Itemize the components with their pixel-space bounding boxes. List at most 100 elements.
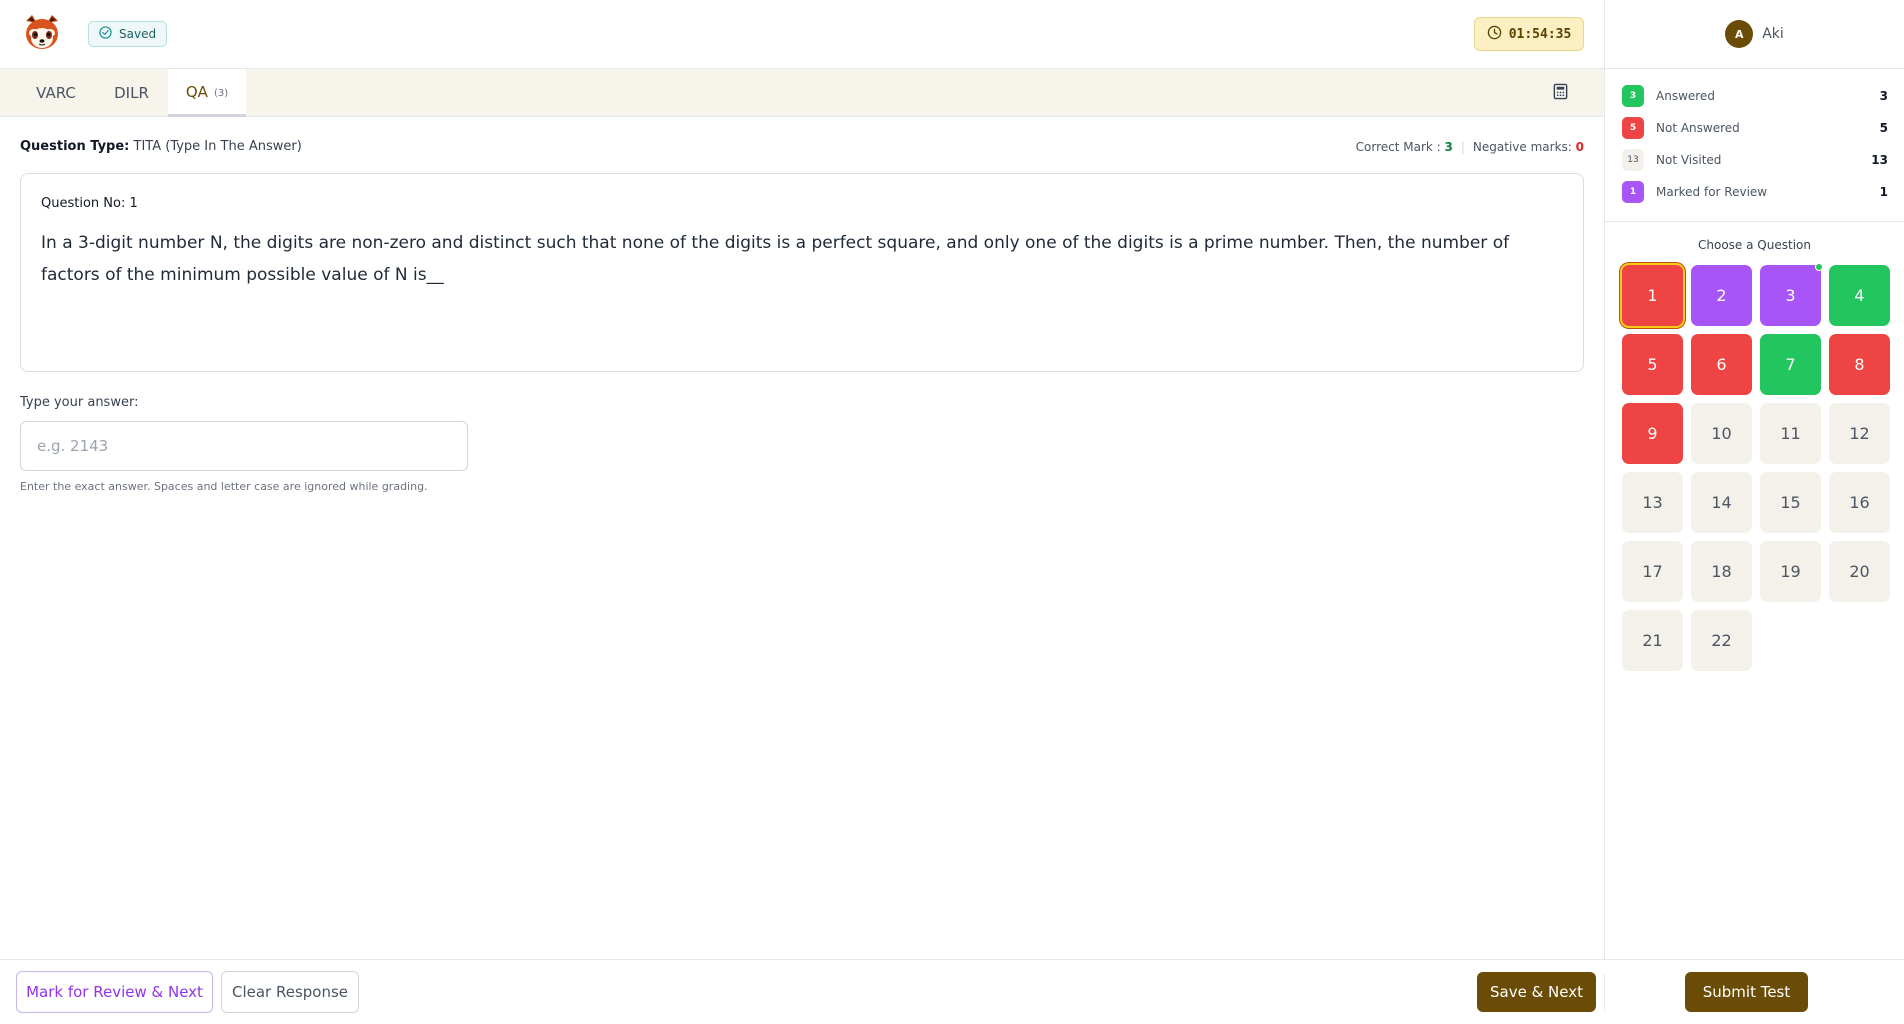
question-button-label: 21 [1642, 631, 1663, 650]
question-button-13[interactable]: 13 [1622, 472, 1683, 533]
check-circle-icon [99, 26, 112, 42]
marking-scheme: Correct Mark : 3 | Negative marks: 0 [1356, 140, 1584, 154]
question-button-label: 5 [1647, 355, 1658, 374]
legend-label: Not Answered [1656, 121, 1740, 135]
question-button-16[interactable]: 16 [1829, 472, 1890, 533]
question-button-label: 20 [1849, 562, 1870, 581]
red-panda-logo[interactable] [22, 13, 62, 53]
footer-divider [1604, 974, 1605, 1011]
question-button-label: 12 [1849, 424, 1870, 443]
user-profile[interactable]: A Aki [1604, 0, 1904, 68]
question-button-20[interactable]: 20 [1829, 541, 1890, 602]
saved-label: Saved [119, 27, 157, 41]
legend-label: Not Visited [1656, 153, 1722, 167]
question-button-3[interactable]: 3 [1760, 263, 1823, 326]
timer-value: 01:54:35 [1508, 26, 1572, 42]
question-button-7[interactable]: 7 [1760, 334, 1821, 395]
question-button-label: 1 [1647, 286, 1658, 305]
legend-badge: 1 [1622, 181, 1644, 203]
question-button-label: 22 [1711, 631, 1732, 650]
question-button-label: 8 [1854, 355, 1865, 374]
tab-label: DILR [114, 83, 149, 102]
legend-answered: 3 Answered 3 [1622, 85, 1888, 107]
tab-dilr[interactable]: DILR [95, 69, 168, 116]
question-button-1[interactable]: 1 [1622, 265, 1683, 326]
question-button-18[interactable]: 18 [1691, 541, 1752, 602]
question-button-label: 2 [1716, 286, 1727, 305]
question-button-17[interactable]: 17 [1622, 541, 1683, 602]
question-button-label: 6 [1716, 355, 1727, 374]
question-button-label: 17 [1642, 562, 1663, 581]
question-type-label: Question Type: [20, 139, 130, 154]
legend-count: 3 [1879, 89, 1888, 103]
answer-label: Type your answer: [20, 395, 139, 410]
question-type: Question Type: TITA (Type In The Answer) [20, 139, 302, 154]
legend-badge: 3 [1622, 85, 1644, 107]
legend-label: Marked for Review [1656, 185, 1768, 199]
action-footer: Mark for Review & Next Clear Response Sa… [0, 959, 1904, 1024]
countdown-timer: 01:54:35 [1474, 17, 1584, 51]
question-button-label: 9 [1647, 424, 1658, 443]
negative-mark-value: 0 [1575, 140, 1584, 154]
question-button-10[interactable]: 10 [1691, 403, 1752, 464]
header-main: Saved 01:54:35 [0, 0, 1604, 68]
question-button-22[interactable]: 22 [1691, 610, 1752, 671]
tab-label: QA [185, 82, 208, 101]
question-button-label: 15 [1780, 493, 1801, 512]
calculator-icon [1552, 83, 1569, 104]
correct-mark: Correct Mark : 3 [1356, 140, 1453, 154]
divider: | [1460, 140, 1465, 154]
legend-badge: 13 [1622, 149, 1644, 171]
tab-count: (3) [213, 87, 229, 99]
answer-hint: Enter the exact answer. Spaces and lette… [20, 480, 428, 493]
clock-icon [1487, 25, 1502, 44]
question-button-label: 18 [1711, 562, 1732, 581]
mark-for-review-next-button[interactable]: Mark for Review & Next [16, 971, 213, 1013]
negative-mark-label: Negative marks: [1472, 140, 1572, 154]
user-name: Aki [1762, 26, 1784, 42]
question-button-21[interactable]: 21 [1622, 610, 1683, 671]
question-button-2[interactable]: 2 [1691, 265, 1752, 326]
avatar: A [1725, 20, 1754, 48]
question-button-label: 19 [1780, 562, 1801, 581]
tab-varc[interactable]: VARC [17, 69, 95, 116]
question-button-label: 7 [1785, 355, 1796, 374]
question-button-label: 13 [1642, 493, 1663, 512]
question-text: In a 3-digit number N, the digits are no… [41, 233, 1510, 285]
question-card: Question No: 1 In a 3-digit number N, th… [20, 173, 1584, 372]
question-button-15[interactable]: 15 [1760, 472, 1821, 533]
legend-badge: 5 [1622, 117, 1644, 139]
question-button-8[interactable]: 8 [1829, 334, 1890, 395]
question-button-label: 4 [1854, 286, 1865, 305]
correct-mark-value: 3 [1444, 140, 1453, 154]
submit-test-button[interactable]: Submit Test [1685, 972, 1808, 1012]
question-button-4[interactable]: 4 [1829, 265, 1890, 326]
answered-indicator-dot [1815, 263, 1823, 271]
question-palette-sidebar: 3 Answered 3 5 Not Answered 5 13 Not Vis… [1604, 69, 1904, 959]
question-button-14[interactable]: 14 [1691, 472, 1752, 533]
tab-label: VARC [36, 83, 76, 102]
question-button-6[interactable]: 6 [1691, 334, 1752, 395]
question-button-12[interactable]: 12 [1829, 403, 1890, 464]
question-button-5[interactable]: 5 [1622, 334, 1683, 395]
section-tabs: VARC DILR QA (3) [0, 69, 1604, 117]
top-header: Saved 01:54:35 A Aki [0, 0, 1904, 69]
question-button-11[interactable]: 11 [1760, 403, 1821, 464]
negative-mark: Negative marks: 0 [1473, 140, 1584, 154]
question-button-19[interactable]: 19 [1760, 541, 1821, 602]
question-number: Question No: 1 [41, 196, 138, 211]
question-button-9[interactable]: 9 [1622, 403, 1683, 464]
answer-input[interactable] [20, 421, 468, 471]
legend-label: Answered [1656, 89, 1715, 103]
status-legend: 3 Answered 3 5 Not Answered 5 13 Not Vis… [1605, 69, 1904, 222]
question-button-label: 3 [1785, 286, 1796, 305]
legend-not-visited: 13 Not Visited 13 [1622, 149, 1888, 171]
clear-response-button[interactable]: Clear Response [221, 971, 359, 1013]
legend-count: 1 [1879, 185, 1888, 199]
question-type-value: TITA (Type In The Answer) [133, 139, 302, 154]
tab-qa[interactable]: QA (3) [168, 69, 246, 117]
save-and-next-button[interactable]: Save & Next [1477, 972, 1596, 1012]
calculator-button[interactable] [1548, 81, 1572, 105]
legend-count: 5 [1879, 121, 1888, 135]
palette-title: Choose a Question [1698, 238, 1811, 252]
